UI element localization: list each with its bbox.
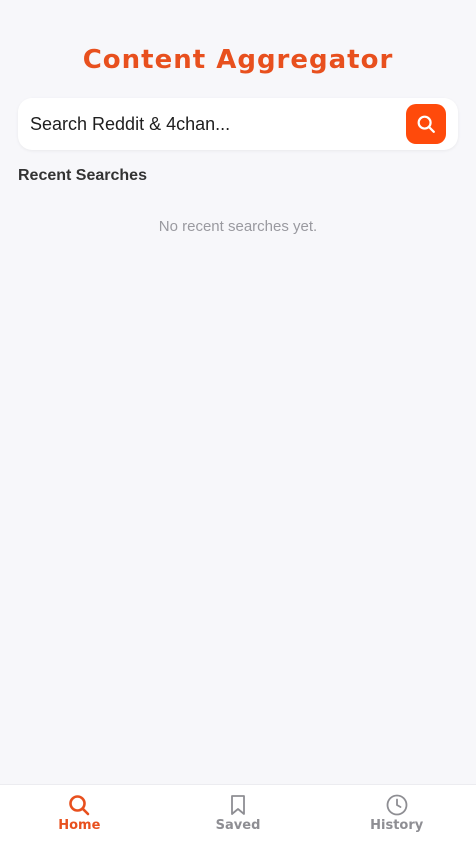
- search-bar: [18, 98, 458, 150]
- search-input[interactable]: [18, 98, 402, 150]
- search-icon: [67, 793, 91, 817]
- search-icon: [415, 113, 437, 135]
- search-button[interactable]: [406, 104, 446, 144]
- tab-home[interactable]: Home: [0, 785, 159, 844]
- tab-saved[interactable]: Saved: [159, 785, 318, 844]
- page-title: Content Aggregator: [82, 45, 394, 75]
- bookmark-icon: [226, 793, 250, 817]
- tab-home-label: Home: [58, 818, 101, 833]
- empty-state-message: No recent searches yet.: [158, 218, 318, 235]
- tab-saved-label: Saved: [215, 818, 261, 833]
- app-screen: Content Aggregator Recent Searches No re…: [0, 0, 476, 844]
- clock-icon: [385, 793, 409, 817]
- recent-searches-heading: Recent Searches: [18, 167, 147, 184]
- tab-history-label: History: [370, 818, 424, 833]
- bottom-tab-bar: Home Saved History: [0, 784, 476, 844]
- tab-history[interactable]: History: [317, 785, 476, 844]
